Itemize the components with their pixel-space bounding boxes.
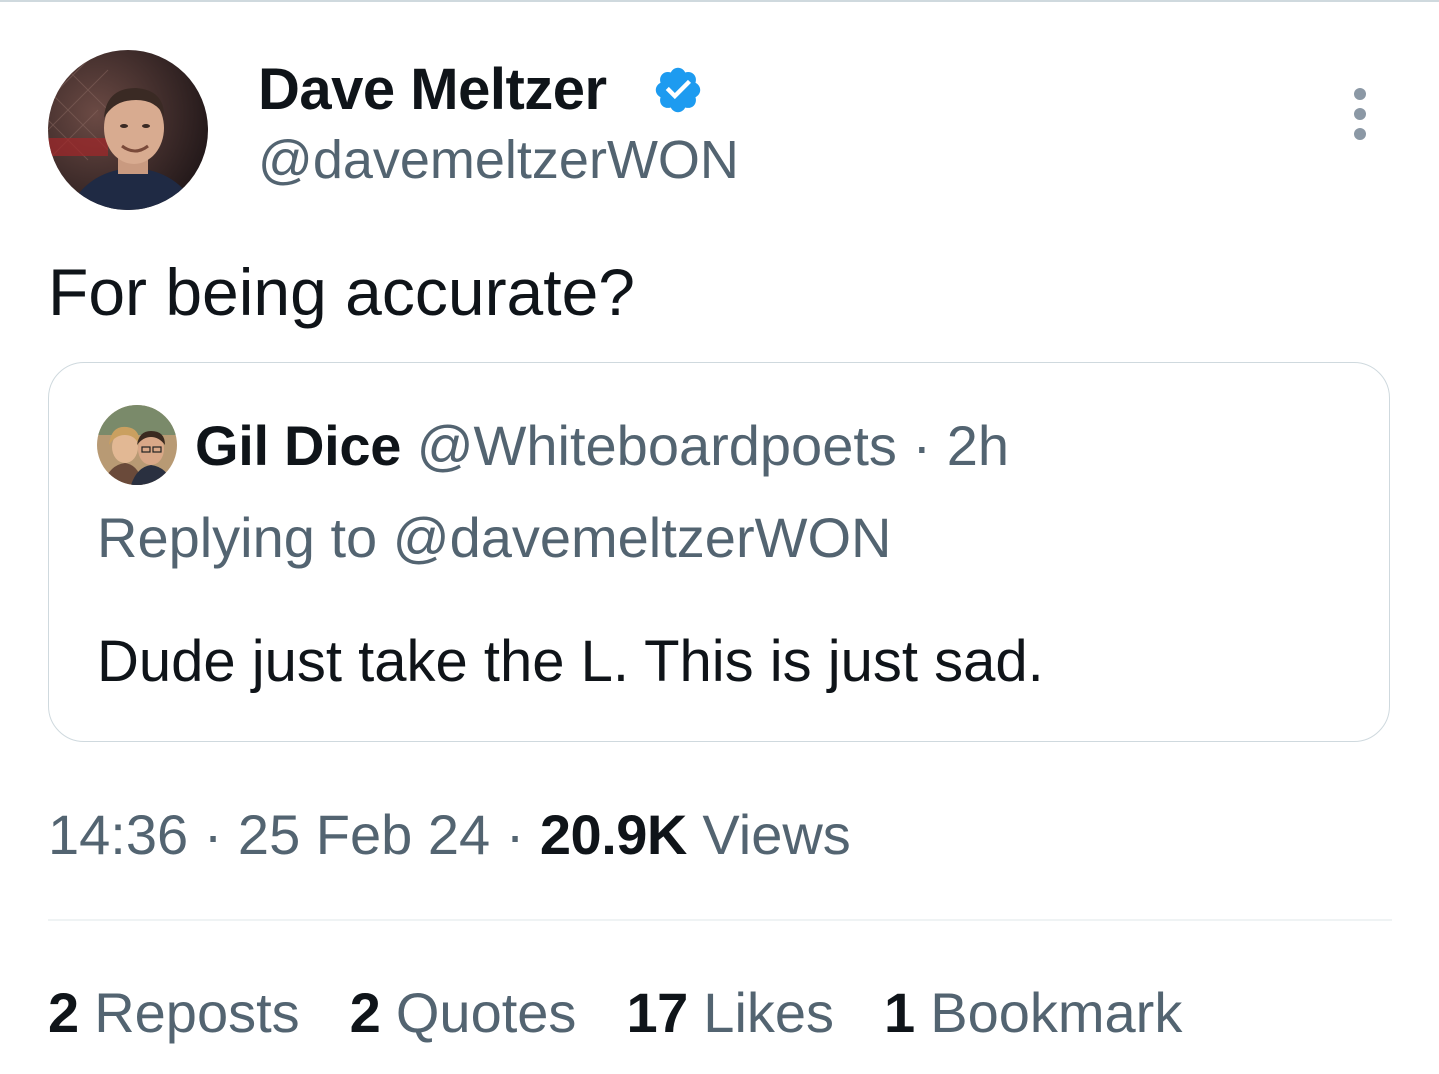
views-count[interactable]: 20.9K <box>540 803 687 866</box>
quoted-author-handle[interactable]: @Whiteboardpoets <box>417 414 897 477</box>
engagement-stats: 2 Reposts 2 Quotes 17 Likes 1 Bookmark <box>48 978 1182 1048</box>
tweet-date[interactable]: 25 Feb 24 <box>238 803 490 866</box>
likes-count: 17 <box>626 981 688 1044</box>
quoted-tweet-text: Dude just take the L. This is just sad. <box>97 629 1044 694</box>
author-avatar[interactable] <box>48 50 208 210</box>
quoted-author-name[interactable]: Gil Dice <box>195 414 401 477</box>
tweet-metadata: 14:36 · 25 Feb 24 · 20.9K Views <box>48 800 851 870</box>
author-handle[interactable]: @davemeltzerWON <box>258 128 739 192</box>
quotes-stat[interactable]: 2 Quotes <box>350 978 577 1048</box>
quoted-author-avatar[interactable] <box>97 405 177 485</box>
bookmarks-count: 1 <box>884 981 915 1044</box>
bookmarks-label: Bookmark <box>930 981 1183 1044</box>
meta-separator: · <box>505 803 525 866</box>
likes-stat[interactable]: 17 Likes <box>626 978 834 1048</box>
more-options-icon[interactable] <box>1338 84 1382 144</box>
top-divider <box>0 0 1439 2</box>
quotes-count: 2 <box>349 981 381 1044</box>
quoted-timestamp[interactable]: 2h <box>947 414 1009 477</box>
verified-badge-icon <box>655 67 701 113</box>
quoted-replying-to[interactable]: Replying to @davemeltzerWON <box>97 505 891 571</box>
reposts-stat[interactable]: 2 Reposts <box>48 978 300 1048</box>
stats-divider <box>48 919 1392 921</box>
reposts-label: Reposts <box>94 981 300 1044</box>
views-label: Views <box>702 803 851 866</box>
tweet-text: For being accurate? <box>48 255 636 329</box>
author-name[interactable]: Dave Meltzer <box>258 58 607 122</box>
quoted-separator: · <box>912 414 932 477</box>
bookmarks-stat[interactable]: 1 Bookmark <box>884 978 1182 1048</box>
quotes-label: Quotes <box>395 981 577 1044</box>
meta-separator: · <box>203 803 223 866</box>
quoted-header: Gil Dice @Whiteboardpoets · 2h <box>195 413 1009 479</box>
reposts-count: 2 <box>48 981 79 1044</box>
tweet-time[interactable]: 14:36 <box>48 803 188 866</box>
quoted-tweet-card[interactable]: Gil Dice @Whiteboardpoets · 2h Replying … <box>48 362 1390 742</box>
likes-label: Likes <box>703 981 835 1044</box>
